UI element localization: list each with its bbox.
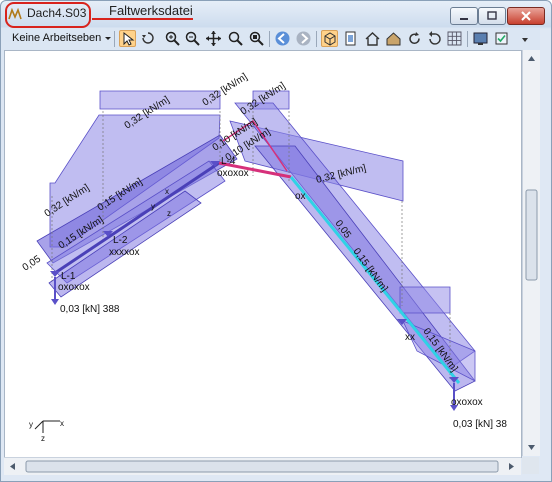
vertical-scroll-thumb[interactable] [525,189,538,281]
front-view-icon [345,31,356,46]
grid-icon [447,31,462,46]
triad-label-z: z [41,434,45,443]
undo-view-button[interactable] [426,30,443,47]
support-label-l2: L-2 [113,235,128,246]
grid-button[interactable] [446,30,463,47]
toolbar-separator [467,31,468,47]
triad-label-x: x [60,419,64,428]
display-button[interactable] [472,30,489,47]
front-view-button[interactable] [342,30,359,47]
node-label-ox: ox [295,191,306,202]
zoom-out-button[interactable] [184,30,201,47]
undo-icon [429,31,441,45]
toolbar-separator [316,31,317,47]
node-label-oxoxox-left: oxoxox [58,282,90,293]
reaction-label-right: 0,03 [kN] 38 [453,419,507,430]
annotation-underline [92,18,193,20]
chevron-down-icon [105,37,112,41]
toolbar-separator [114,31,115,47]
structure-viewport[interactable]: 0,32 [kN/m] 0,32 [kN/m] 0,32 [kN/m] 0,32… [4,50,522,458]
title-bar: Dach4.S03 Faltwerksdatei [1,1,551,28]
house-icon [365,32,380,46]
scroll-right-icon [509,463,514,470]
restore-icon [487,11,497,20]
horizontal-scrollbar[interactable] [4,457,521,475]
vertical-scrollbar[interactable] [522,50,540,456]
display-icon [473,32,488,45]
load-label-005-left: 0,05 [21,253,44,273]
axis-triad-icon [34,420,60,433]
3d-box-icon [324,32,336,46]
file-type-annotation: Faltwerksdatei [109,3,193,18]
minimize-icon [460,18,468,20]
zoom-window-icon [228,31,243,46]
axis-label-x: x [165,187,169,196]
zoom-window-button[interactable] [227,30,244,47]
forward-icon [296,31,311,46]
refresh-button[interactable] [406,30,423,47]
pan-icon [206,31,221,46]
zoom-in-button[interactable] [164,30,181,47]
house-view-button[interactable] [364,30,381,47]
render-view-button[interactable] [385,30,402,47]
axis-label-y: y [151,202,155,211]
close-icon [521,11,531,21]
support-label-l4: L-4 [221,156,236,167]
toolbar-overflow-button[interactable] [520,32,530,44]
zoom-in-icon [165,31,180,46]
support-label-l1: L-1 [61,271,76,282]
vertical-scrollbar-parts [525,56,538,450]
3d-view-button[interactable] [321,30,338,47]
chevron-down-icon [522,38,528,42]
forward-button[interactable] [295,30,312,47]
zoom-fit-button[interactable] [248,30,265,47]
triad-label-y: y [29,420,33,429]
toolbar: Keine Arbeitseben [6,29,546,49]
work-plane-dropdown-label: Keine Arbeitseben [12,32,102,44]
close-button[interactable] [507,7,545,25]
zoom-out-icon [185,31,200,46]
application-window: Dach4.S03 Faltwerksdatei Keine Arbeitseb… [0,0,552,482]
options-icon [495,32,508,45]
horizontal-scrollbar-parts [10,460,514,473]
work-plane-dropdown[interactable]: Keine Arbeitseben [10,29,114,47]
reaction-label-left: 0,03 [kN] 388 [60,304,120,315]
node-label-xxxxox: xxxxox [109,247,140,258]
refresh-icon [409,32,420,44]
window-frame-right [540,29,551,481]
scroll-down-icon [528,445,535,450]
node-label-xx: xx [405,332,415,343]
render-icon [386,32,401,46]
roof-truss-drawing: 0,32 [kN/m] 0,32 [kN/m] 0,32 [kN/m] 0,32… [21,71,508,443]
horizontal-scroll-thumb[interactable] [25,460,499,473]
toolbar-separator [269,31,270,47]
select-tool-button[interactable] [119,30,136,47]
back-button[interactable] [274,30,291,47]
scroll-up-icon [528,56,535,61]
pan-button[interactable] [205,30,222,47]
node-label-oxoxox-top: oxoxox [217,168,249,179]
title-highlight-circle [5,2,91,28]
minimize-button[interactable] [450,7,478,25]
rotate-view-icon [142,32,154,44]
node-label-oxoxox-right: oxoxox [451,397,483,408]
options-button[interactable] [493,30,510,47]
scroll-left-icon [10,463,15,470]
pointer-icon [123,31,135,46]
axis-label-z: z [167,209,171,218]
scrollbar-corner [522,457,539,474]
maximize-button[interactable] [478,7,506,25]
rotate-view-button[interactable] [140,30,157,47]
zoom-fit-icon [249,31,264,46]
back-icon [275,31,290,46]
